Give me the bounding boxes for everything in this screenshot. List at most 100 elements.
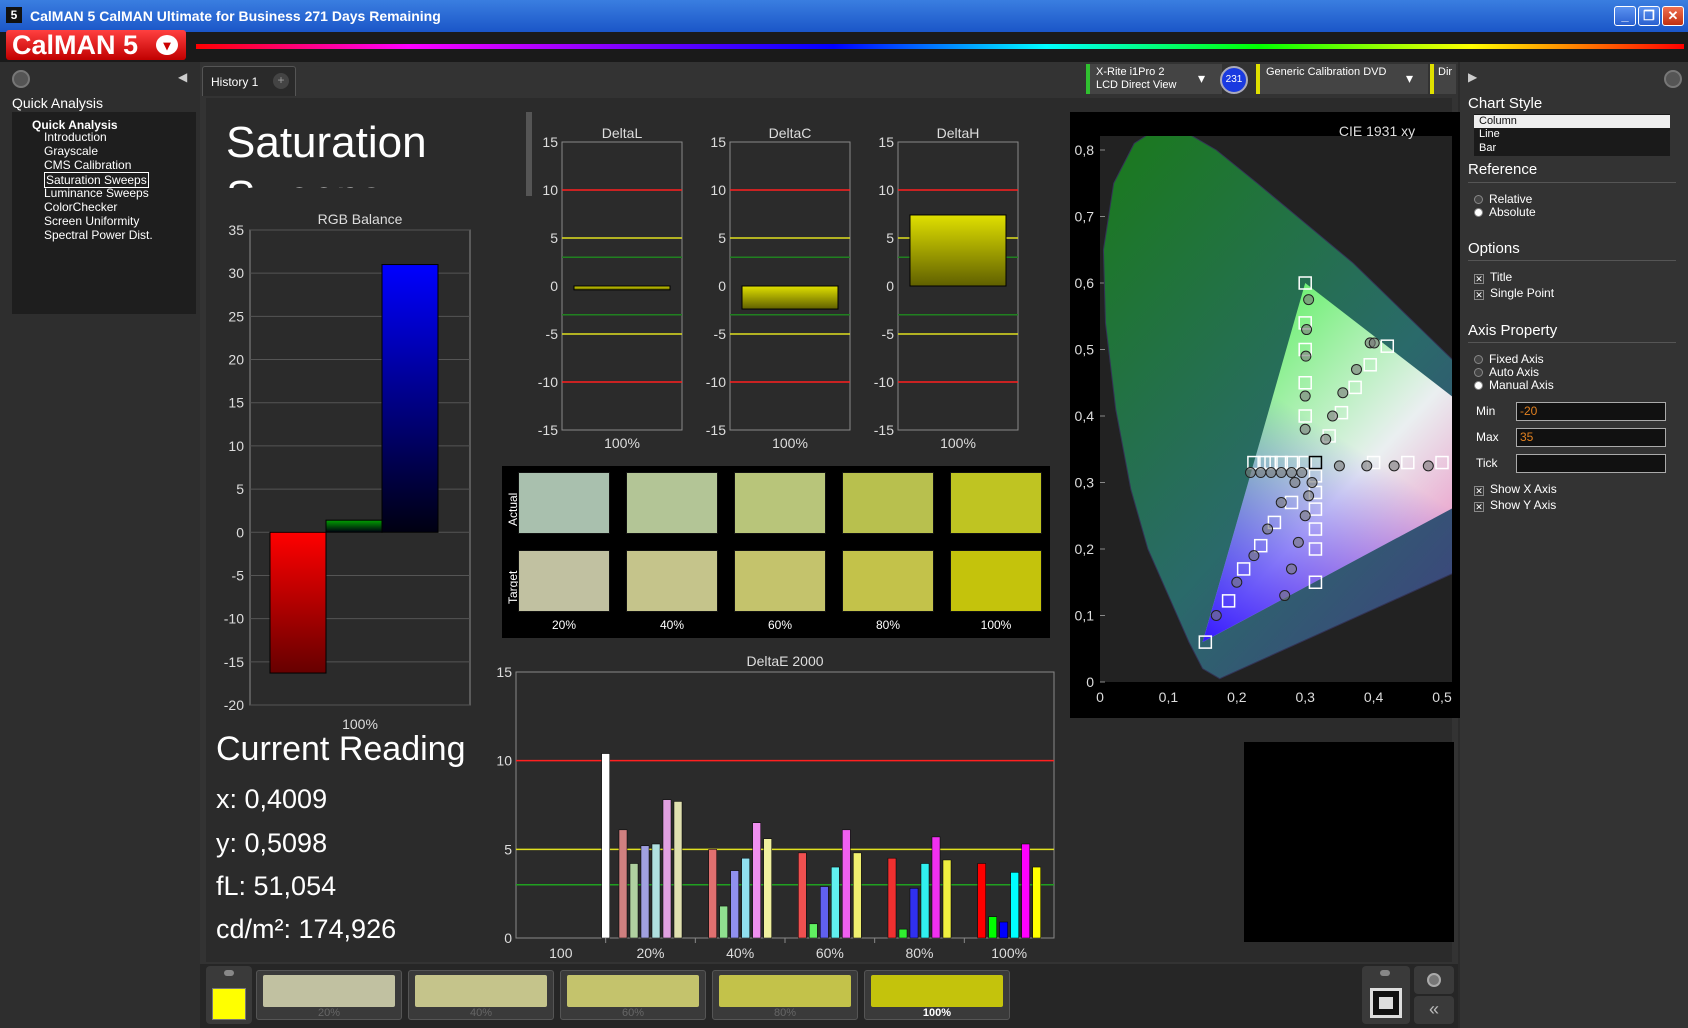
bottom-swatch-color xyxy=(719,975,851,1007)
chart-style-heading: Chart Style xyxy=(1468,95,1543,112)
deltae-bar xyxy=(662,799,672,939)
deltae-bar xyxy=(898,928,908,939)
y-tick-label: -20 xyxy=(224,697,244,713)
bottom-swatch-label: 40% xyxy=(469,1007,493,1019)
axis-manual[interactable]: Manual Axis xyxy=(1474,378,1554,392)
y-tick-label: 25 xyxy=(228,308,244,324)
deltae-bar xyxy=(853,852,862,939)
option-label: Auto Axis xyxy=(1489,365,1540,379)
bottom-swatch-100[interactable]: 100% xyxy=(864,970,1010,1020)
deltae-bar xyxy=(1010,872,1019,939)
y-tick-label: 30 xyxy=(228,265,244,281)
plot-area xyxy=(515,671,1055,939)
bottom-swatch-60[interactable]: 60% xyxy=(560,970,706,1020)
actual-swatch xyxy=(842,472,934,534)
target-swatch xyxy=(950,550,1042,612)
collapse-right-icon[interactable]: ▶ xyxy=(1468,70,1477,84)
measured-point xyxy=(1296,467,1308,479)
chart-style-column[interactable]: Column xyxy=(1474,115,1670,128)
y-tick-label: 0 xyxy=(550,278,558,294)
option-title[interactable]: ✕ Title xyxy=(1474,270,1512,284)
bottom-swatch-color xyxy=(415,975,547,1007)
deltae-bar xyxy=(763,838,772,939)
bottom-swatch-80[interactable]: 80% xyxy=(712,970,858,1020)
record-button[interactable] xyxy=(1414,966,1454,994)
axis-auto[interactable]: Auto Axis xyxy=(1474,365,1539,379)
actual-swatch xyxy=(626,472,718,534)
tick-label: Tick xyxy=(1476,456,1498,470)
current-color-slot[interactable] xyxy=(206,966,252,1024)
y-tick-label: 0 xyxy=(1086,674,1094,690)
x-tick-label: 40% xyxy=(726,945,754,961)
max-input[interactable]: 35 xyxy=(1516,428,1666,447)
max-label: Max xyxy=(1476,430,1499,444)
deltae-bar xyxy=(909,888,919,939)
x-tick-label: 20% xyxy=(636,945,664,961)
delta-lch-charts: DeltaL 15 10 5 0 -5 -10 -15 100% DeltaC 15 10 5 0 -5 -1… xyxy=(538,125,1019,451)
deltae-bar xyxy=(809,923,818,939)
x-tick-label: 100 xyxy=(549,945,573,961)
bottom-swatch-label: 80% xyxy=(773,1007,797,1019)
measured-point xyxy=(1248,550,1260,562)
deltae-bar xyxy=(942,859,952,939)
option-single-point[interactable]: ✕ Single Point xyxy=(1474,286,1554,300)
y-tick-label: 15 xyxy=(542,134,558,150)
reference-relative[interactable]: Relative xyxy=(1474,192,1532,206)
y-tick-label: -15 xyxy=(538,422,558,438)
bottom-swatch-label: 20% xyxy=(317,1007,341,1019)
axis-fixed[interactable]: Fixed Axis xyxy=(1474,352,1544,366)
eject-icon xyxy=(1380,970,1390,976)
eject-icon xyxy=(224,970,234,976)
deltae-bar xyxy=(618,829,628,939)
y-tick-label: 5 xyxy=(550,230,558,246)
stop-icon xyxy=(1370,988,1402,1018)
min-input[interactable]: -20 xyxy=(1516,402,1666,421)
x-tick-label: 100% xyxy=(940,435,976,451)
bar-r xyxy=(269,531,327,674)
y-tick-label: 0,5 xyxy=(1075,342,1095,358)
option-label: Title xyxy=(1490,270,1513,284)
measured-point xyxy=(1337,387,1349,399)
measured-point xyxy=(1275,467,1287,479)
rewind-button[interactable]: « xyxy=(1414,996,1454,1024)
y-tick-label: 0,1 xyxy=(1075,608,1095,624)
bottom-swatch-20[interactable]: 20% xyxy=(256,970,402,1020)
measured-point xyxy=(1361,460,1373,472)
measured-point xyxy=(1333,460,1345,472)
delta-bar xyxy=(909,214,1007,287)
show-y-axis[interactable]: ✕ Show Y Axis xyxy=(1474,498,1556,512)
reference-absolute[interactable]: Absolute xyxy=(1474,205,1536,219)
deltae-bar xyxy=(730,870,739,939)
chart-style-bar[interactable]: Bar xyxy=(1479,142,1496,154)
measured-point xyxy=(1351,363,1362,375)
y-tick-label: -15 xyxy=(706,422,726,438)
x-tick-label: 100% xyxy=(772,435,808,451)
deltae-2000-chart: DeltaE 2000 15 10 5 0 100 20% 40% 60% 80% 100% xyxy=(496,653,1055,961)
deltae-bar xyxy=(820,886,829,939)
deltae-bar xyxy=(842,829,851,939)
bottom-swatch-40[interactable]: 40% xyxy=(408,970,554,1020)
tick-input[interactable] xyxy=(1516,454,1666,473)
deltae-bar xyxy=(920,863,930,939)
stop-button[interactable] xyxy=(1362,966,1410,1024)
target-swatch xyxy=(842,550,934,612)
right-properties-panel: ▶ Chart Style Column Line Bar Reference … xyxy=(1460,62,1688,1028)
y-tick-label: 0 xyxy=(504,930,512,946)
deltae-bar xyxy=(831,866,840,939)
measured-point xyxy=(1303,294,1315,306)
option-label: Absolute xyxy=(1489,205,1536,219)
measured-point xyxy=(1231,576,1243,588)
chart-style-line[interactable]: Line xyxy=(1479,128,1500,140)
pin-icon[interactable] xyxy=(1664,70,1682,88)
measured-point xyxy=(1327,410,1339,422)
chart-title: DeltaL xyxy=(602,125,643,141)
bar-b xyxy=(381,264,439,533)
target-swatch xyxy=(626,550,718,612)
option-label: Manual Axis xyxy=(1489,378,1554,392)
deltae-bar xyxy=(977,863,986,939)
show-x-axis[interactable]: ✕ Show X Axis xyxy=(1474,482,1557,496)
y-tick-label: 5 xyxy=(886,230,894,246)
swatch-label: 100% xyxy=(980,618,1012,632)
swatch-label: 40% xyxy=(659,618,685,632)
y-tick-label: 5 xyxy=(236,481,244,497)
